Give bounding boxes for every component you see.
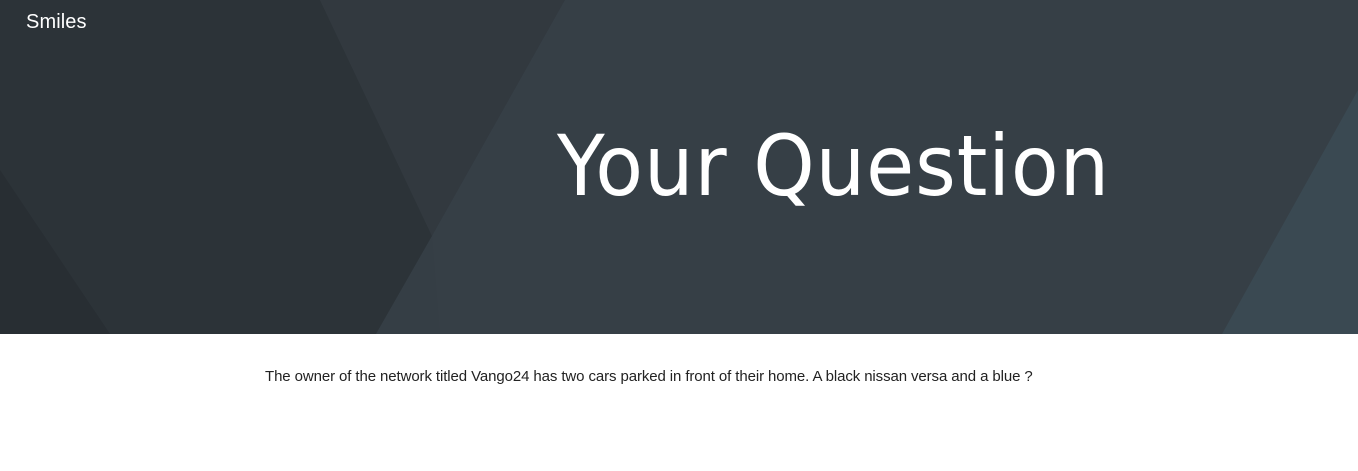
site-name-link[interactable]: Smiles (26, 11, 87, 34)
question-text: The owner of the network titled Vango24 … (265, 368, 1033, 385)
page-title: Your Question (557, 117, 1111, 215)
hero-banner: Smiles Your Question (0, 0, 1358, 334)
